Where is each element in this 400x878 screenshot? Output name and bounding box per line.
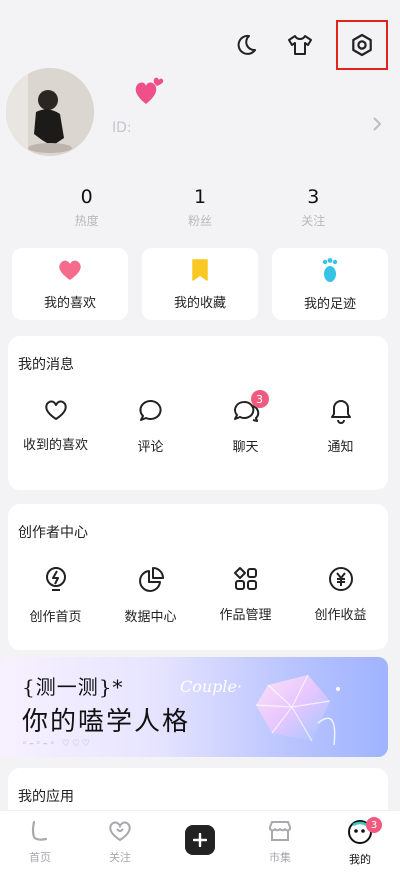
quick-label: 我的足迹	[303, 296, 356, 312]
my-likes-button[interactable]: 我的喜欢	[12, 248, 128, 320]
notifications-button[interactable]: 通知	[296, 398, 386, 455]
banner-decoration: ◦–◦–◦ ♡♡♡	[22, 739, 92, 749]
grid-label: 创作首页	[29, 610, 82, 625]
tab-follow[interactable]: 关注	[88, 819, 152, 865]
tab-mine[interactable]: 3 我的	[328, 817, 392, 867]
profile-page: ID: 0 热度 1 粉丝 3 关注 我的喜欢 我的收藏 我的足迹 我的消息 收…	[0, 0, 400, 878]
quick-label: 我的喜欢	[43, 295, 96, 311]
quick-actions: 我的喜欢 我的收藏 我的足迹	[0, 248, 400, 320]
tab-count-badge: 3	[366, 817, 382, 833]
my-footprints-button[interactable]: 我的足迹	[272, 248, 388, 320]
tab-market[interactable]: 市集	[248, 819, 312, 865]
section-title: 我的消息	[18, 357, 74, 373]
quiz-banner[interactable]: {测一测}* 你的嗑学人格 Couple· ◦–◦–◦ ♡♡♡	[0, 657, 388, 757]
stat-value: 3	[307, 186, 320, 208]
bookmark-icon	[192, 258, 208, 281]
tab-label: 关注	[109, 851, 131, 864]
grid-label: 作品管理	[219, 608, 272, 623]
stat-value: 1	[193, 186, 207, 208]
data-center-button[interactable]: 数据中心	[106, 566, 196, 625]
lightbulb-icon	[45, 567, 66, 591]
top-bar	[228, 20, 388, 70]
grid-label: 收到的喜欢	[22, 438, 88, 453]
pie-chart-icon	[138, 567, 164, 592]
chat-button[interactable]: 3 聊天	[201, 390, 291, 455]
market-icon	[269, 821, 291, 841]
stat-label: 关注	[301, 214, 326, 228]
stat-fans[interactable]: 1 粉丝	[160, 186, 240, 229]
stats-row: 0 热度 1 粉丝 3 关注	[0, 186, 400, 229]
chevron-right-icon[interactable]	[372, 116, 382, 136]
profile-header[interactable]: ID:	[0, 68, 400, 168]
heart-decoration-icon	[132, 74, 166, 108]
stat-heat[interactable]: 0 热度	[47, 186, 127, 229]
yuan-icon	[328, 567, 353, 591]
grid-label: 聊天	[232, 440, 259, 455]
tab-label: 市集	[269, 851, 291, 864]
section-title: 创作者中心	[18, 525, 88, 541]
user-id-label: ID:	[112, 120, 132, 136]
messages-section: 我的消息 收到的喜欢 评论 3 聊天 通知	[8, 336, 388, 490]
moon-icon[interactable]	[228, 27, 264, 63]
stat-following[interactable]: 3 关注	[273, 186, 353, 229]
grid-label: 数据中心	[124, 610, 177, 625]
creator-grid: 创作首页 数据中心 作品管理 创作收益	[8, 566, 388, 625]
banner-title: 你的嗑学人格	[22, 707, 191, 737]
shirt-icon[interactable]	[282, 27, 318, 63]
comments-button[interactable]: 评论	[106, 398, 196, 455]
banner-line1: {测一测}*	[22, 675, 124, 699]
chat-count-badge: 3	[250, 390, 269, 408]
grid-label: 评论	[137, 440, 164, 455]
section-title: 我的应用	[18, 789, 74, 805]
home-icon	[31, 820, 48, 841]
plus-icon	[185, 825, 215, 855]
follow-icon	[109, 821, 131, 842]
grid-icon	[233, 567, 257, 590]
footprint-icon	[322, 257, 338, 282]
bottom-tab-bar: 首页 关注 市集 3 我的	[0, 810, 400, 878]
bell-icon	[330, 400, 351, 424]
heart-outline-icon	[44, 400, 67, 420]
comment-icon	[138, 400, 162, 421]
messages-grid: 收到的喜欢 评论 3 聊天 通知	[8, 390, 388, 455]
works-management-button[interactable]: 作品管理	[201, 566, 291, 625]
my-favorites-button[interactable]: 我的收藏	[142, 248, 258, 320]
avatar[interactable]	[6, 68, 94, 156]
stat-value: 0	[80, 186, 93, 208]
creator-home-button[interactable]: 创作首页	[11, 566, 101, 625]
creator-earnings-button[interactable]: 创作收益	[296, 566, 386, 625]
grid-label: 创作收益	[314, 608, 367, 623]
crystal-heart-icon	[255, 674, 340, 746]
creator-center-section: 创作者中心 创作首页 数据中心 作品管理 创作收益	[8, 504, 388, 650]
banner-script-text: Couple·	[180, 677, 243, 696]
tab-home[interactable]: 首页	[8, 819, 72, 865]
grid-label: 通知	[327, 440, 354, 455]
tab-label: 首页	[29, 851, 51, 864]
quick-label: 我的收藏	[173, 295, 226, 311]
received-likes-button[interactable]: 收到的喜欢	[11, 398, 101, 455]
settings-icon[interactable]	[336, 20, 388, 70]
stat-label: 热度	[74, 214, 99, 228]
heart-icon	[59, 260, 81, 280]
tab-label: 我的	[349, 853, 371, 866]
stat-label: 粉丝	[187, 214, 212, 228]
tab-create[interactable]	[168, 819, 232, 855]
